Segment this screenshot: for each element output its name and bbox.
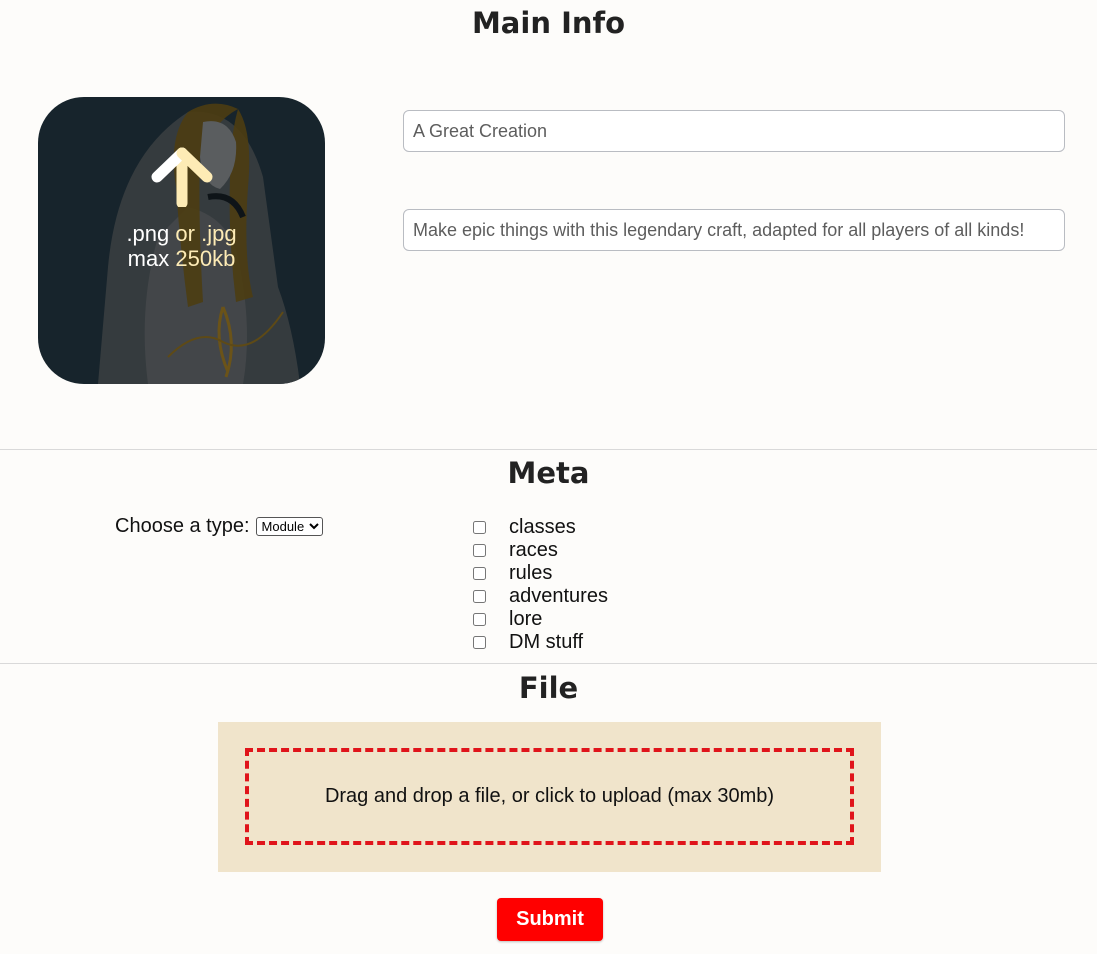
tag-label[interactable]: classes [509,516,576,539]
tag-label[interactable]: rules [509,562,552,585]
upload-format-hint: .png or .jpg [38,221,325,246]
tag-checkbox-rules[interactable] [473,567,486,580]
format-jpg: .jpg [201,221,237,246]
tag-item: races [472,539,608,562]
format-or: or [175,221,195,246]
tag-checkbox-races[interactable] [473,544,486,557]
tag-label[interactable]: DM stuff [509,631,583,654]
type-selector-row: Choose a type: Module [115,515,323,538]
tag-label[interactable]: adventures [509,585,608,608]
tag-item: lore [472,608,608,631]
meta-title: Meta [507,456,590,490]
submit-button[interactable]: Submit [497,898,603,941]
tag-item: adventures [472,585,608,608]
divider [0,663,1097,664]
name-input[interactable] [403,110,1065,152]
tag-checkbox-lore[interactable] [473,613,486,626]
divider [0,449,1097,450]
size-prefix: max [127,246,170,271]
tag-checkbox-adventures[interactable] [473,590,486,603]
tag-item: rules [472,562,608,585]
size-value: 250kb [175,246,236,271]
type-select[interactable]: Module [255,517,323,536]
tag-label[interactable]: lore [509,608,542,631]
tag-item: classes [472,516,608,539]
image-upload-area[interactable]: .png or .jpg max 250kb [38,97,325,384]
upload-arrow-icon [151,147,213,207]
main-info-title: Main Info [471,6,626,40]
description-input[interactable] [403,209,1065,251]
type-label: Choose a type: [115,515,250,537]
tag-checkbox-dm-stuff[interactable] [473,636,486,649]
tag-checkbox-classes[interactable] [473,521,486,534]
file-upload-panel: Drag and drop a file, or click to upload… [218,722,881,872]
file-title: File [518,671,579,705]
tag-list: classes races rules adventures lore DM s… [472,516,608,654]
file-dropzone[interactable]: Drag and drop a file, or click to upload… [245,748,854,845]
dropzone-text: Drag and drop a file, or click to upload… [324,785,775,807]
tag-label[interactable]: races [509,539,558,562]
format-png: .png [126,221,170,246]
tag-item: DM stuff [472,631,608,654]
upload-size-hint: max 250kb [38,246,325,271]
